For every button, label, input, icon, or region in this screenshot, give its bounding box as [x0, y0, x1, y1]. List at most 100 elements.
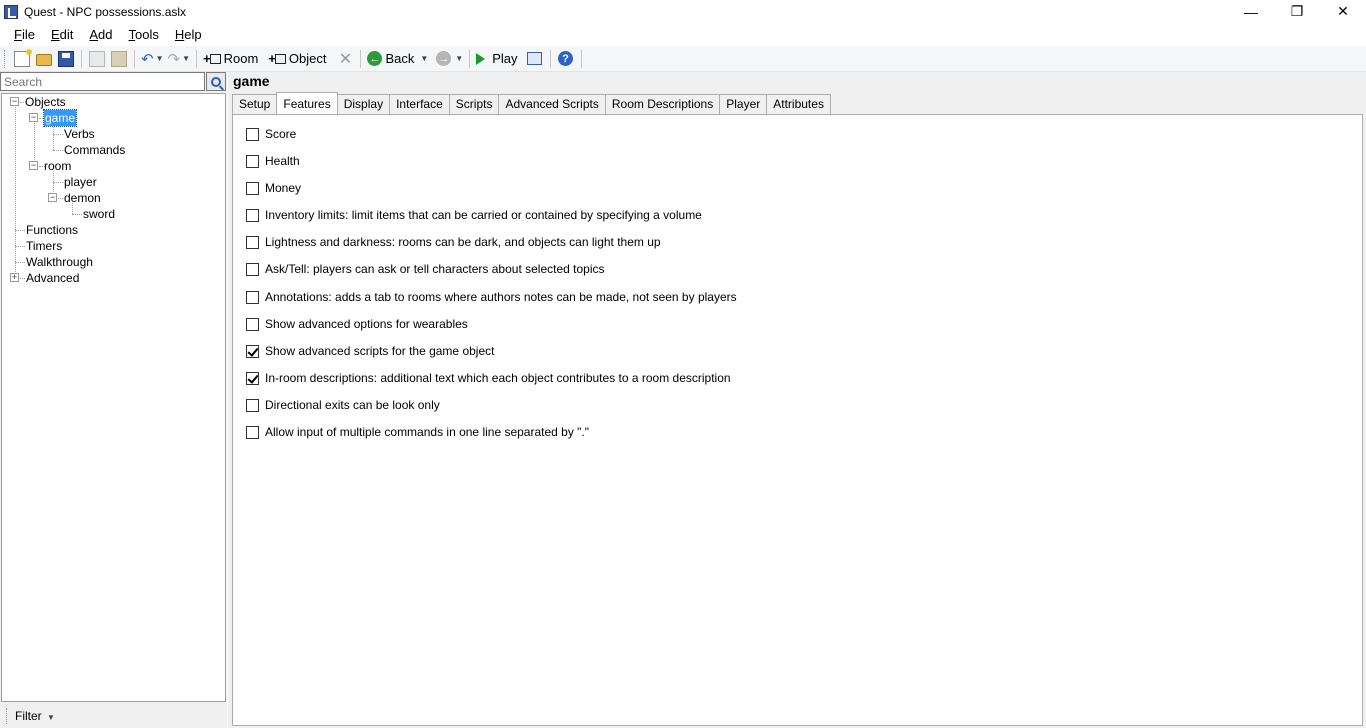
- toolbar-grip[interactable]: [4, 49, 7, 68]
- checkbox-checked[interactable]: [246, 344, 259, 358]
- tab-scripts[interactable]: Scripts: [448, 94, 500, 114]
- menu-tools[interactable]: Tools: [123, 27, 165, 42]
- tab-strip: Setup Features Display Interface Scripts…: [232, 92, 831, 114]
- tree-node-commands[interactable]: Commands: [64, 142, 125, 158]
- search-input[interactable]: [0, 72, 205, 91]
- back-button[interactable]: ← Back ▼: [365, 48, 430, 70]
- restore-button[interactable]: ❐: [1274, 0, 1320, 23]
- redo-button[interactable]: ↷ ▼: [166, 48, 193, 70]
- tree-node-room[interactable]: room: [44, 158, 71, 174]
- filter-button[interactable]: Filter ▼: [15, 709, 55, 723]
- checkbox[interactable]: [246, 154, 259, 168]
- option-multiple-commands[interactable]: Allow input of multiple commands in one …: [246, 424, 589, 440]
- option-health[interactable]: Health: [246, 153, 300, 169]
- collapse-objects-icon[interactable]: −: [10, 97, 19, 106]
- window-controls: — ❐ ✕: [1228, 0, 1366, 23]
- expand-advanced-icon[interactable]: +: [10, 273, 19, 282]
- tree-node-verbs[interactable]: Verbs: [64, 126, 95, 142]
- undo-button[interactable]: ↶ ▼: [139, 48, 166, 70]
- paste-button[interactable]: [108, 48, 130, 70]
- option-directional-exits[interactable]: Directional exits can be look only: [246, 397, 440, 413]
- tree-node-walkthrough[interactable]: Walkthrough: [26, 254, 93, 270]
- checkbox-checked[interactable]: [246, 371, 259, 385]
- editor-panel: game Setup Features Display Interface Sc…: [228, 72, 1366, 728]
- tab-room-descriptions[interactable]: Room Descriptions: [604, 94, 721, 114]
- close-button[interactable]: ✕: [1320, 0, 1366, 23]
- menu-edit[interactable]: Edit: [45, 27, 79, 42]
- option-money[interactable]: Money: [246, 180, 301, 196]
- new-button[interactable]: [11, 48, 33, 70]
- collapse-game-icon[interactable]: −: [29, 113, 38, 122]
- tab-display[interactable]: Display: [336, 94, 391, 114]
- tab-attributes[interactable]: Attributes: [766, 94, 831, 114]
- search-button[interactable]: [206, 72, 226, 91]
- redo-dropdown-icon[interactable]: ▼: [182, 54, 190, 63]
- option-lightness-darkness[interactable]: Lightness and darkness: rooms can be dar…: [246, 234, 661, 250]
- forward-button[interactable]: → ▼: [434, 48, 465, 70]
- option-annotations[interactable]: Annotations: adds a tab to rooms where a…: [246, 289, 737, 305]
- checkbox[interactable]: [246, 208, 259, 222]
- tab-features[interactable]: Features: [276, 92, 338, 114]
- collapse-room-icon[interactable]: −: [29, 161, 38, 170]
- forward-dropdown-icon[interactable]: ▼: [455, 54, 463, 63]
- undo-icon: ↶: [141, 50, 154, 68]
- tree-node-sword[interactable]: sword: [83, 206, 115, 222]
- checkbox[interactable]: [246, 317, 259, 331]
- tree-node-functions[interactable]: Functions: [26, 222, 78, 238]
- tab-player[interactable]: Player: [719, 94, 768, 114]
- tree-line: [53, 150, 63, 151]
- page-title: game: [233, 73, 270, 89]
- back-dropdown-icon[interactable]: ▼: [420, 54, 428, 63]
- minimize-button[interactable]: —: [1228, 0, 1274, 23]
- back-arrow-icon: ←: [367, 51, 383, 66]
- undo-dropdown-icon[interactable]: ▼: [156, 54, 164, 63]
- tab-setup[interactable]: Setup: [232, 94, 278, 114]
- tree-line: [72, 214, 82, 215]
- tree-line: [53, 134, 63, 135]
- checkbox[interactable]: [246, 290, 259, 304]
- tree-node-player[interactable]: player: [64, 174, 97, 190]
- checkbox[interactable]: [246, 181, 259, 195]
- play-button[interactable]: Play: [474, 48, 519, 70]
- tree-node-objects[interactable]: Objects: [25, 94, 66, 110]
- tab-interface[interactable]: Interface: [389, 94, 450, 114]
- delete-button[interactable]: ✕: [334, 48, 356, 70]
- toolbar-separator: [134, 49, 135, 68]
- add-room-button[interactable]: + Room: [201, 48, 260, 70]
- save-button[interactable]: [55, 48, 77, 70]
- checkbox[interactable]: [246, 262, 259, 276]
- option-advanced-scripts[interactable]: Show advanced scripts for the game objec…: [246, 343, 494, 359]
- option-in-room-descriptions[interactable]: In-room descriptions: additional text wh…: [246, 370, 731, 386]
- save-icon: [58, 50, 74, 67]
- tab-advanced-scripts[interactable]: Advanced Scripts: [498, 94, 606, 114]
- option-inventory-limits[interactable]: Inventory limits: limit items that can b…: [246, 207, 702, 223]
- add-object-button[interactable]: + Object: [266, 48, 328, 70]
- checkbox[interactable]: [246, 398, 259, 412]
- tree-node-demon[interactable]: demon: [64, 190, 101, 206]
- features-tab-body: Score Health Money Inventory limits: lim…: [232, 114, 1363, 726]
- open-button[interactable]: [33, 48, 55, 70]
- tree-node-timers[interactable]: Timers: [26, 238, 62, 254]
- option-score[interactable]: Score: [246, 126, 296, 142]
- object-icon: [274, 53, 286, 64]
- menu-help[interactable]: Help: [169, 27, 208, 42]
- checkbox[interactable]: [246, 127, 259, 141]
- option-advanced-wearables[interactable]: Show advanced options for wearables: [246, 316, 468, 332]
- log-button[interactable]: [524, 48, 546, 70]
- room-icon: [209, 53, 221, 64]
- menu-add[interactable]: Add: [83, 27, 118, 42]
- help-button[interactable]: ?: [555, 48, 577, 70]
- tree-line: [58, 198, 63, 199]
- checkbox[interactable]: [246, 235, 259, 249]
- collapse-demon-icon[interactable]: −: [48, 193, 57, 202]
- tree-node-advanced[interactable]: Advanced: [26, 270, 79, 286]
- menu-file[interactable]: File: [8, 27, 41, 42]
- object-tree[interactable]: − − − − + Objects game Verbs Commands ro…: [1, 93, 226, 702]
- copy-button[interactable]: [86, 48, 108, 70]
- filter-bar: Filter ▼: [0, 704, 227, 728]
- option-ask-tell[interactable]: Ask/Tell: players can ask or tell charac…: [246, 261, 605, 277]
- redo-icon: ↷: [167, 50, 181, 68]
- tree-node-game[interactable]: game: [42, 109, 78, 127]
- checkbox[interactable]: [246, 425, 259, 439]
- tree-line: [15, 262, 25, 263]
